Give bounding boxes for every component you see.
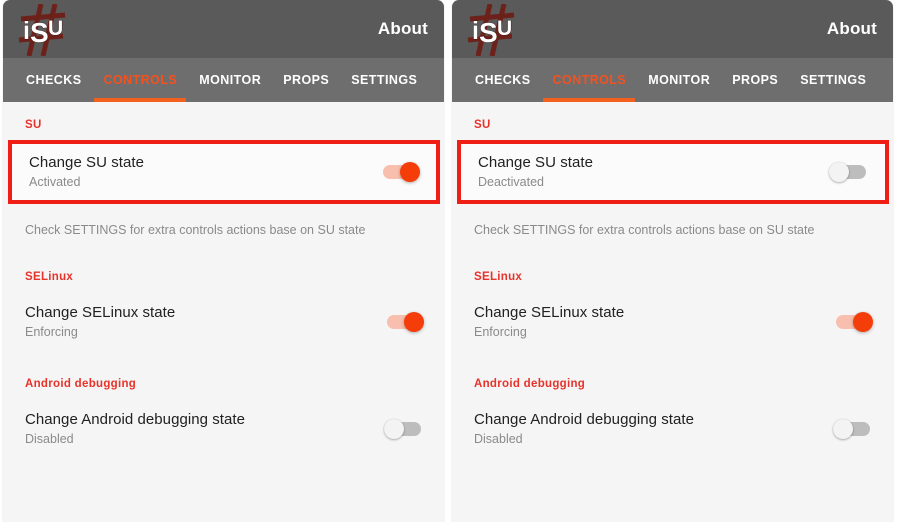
setting-status: Disabled: [25, 432, 74, 446]
tab-props[interactable]: PROPS: [721, 58, 789, 102]
toggle-thumb: [384, 419, 404, 439]
svg-text:i: i: [23, 17, 30, 45]
settings-hint-text: Check SETTINGS for extra controls action…: [25, 223, 366, 237]
about-button[interactable]: About: [378, 19, 430, 39]
app-screen-right: i S U About CHECKS CONTROLS MONITOR PROP…: [452, 0, 893, 521]
setting-row-android-debugging-state[interactable]: Change Android debugging state Disabled: [3, 400, 444, 458]
setting-row-su-state[interactable]: Change SU state Deactivated: [461, 144, 885, 200]
settings-hint-text: Check SETTINGS for extra controls action…: [474, 223, 815, 237]
app-bar: i S U About: [452, 0, 893, 58]
app-bar: i S U About: [3, 0, 444, 58]
toggle-thumb: [404, 312, 424, 332]
toggle-su-state[interactable]: [829, 161, 869, 183]
tab-props[interactable]: PROPS: [272, 58, 340, 102]
setting-status: Enforcing: [474, 325, 527, 339]
section-header-su: SU: [474, 119, 491, 131]
toggle-selinux-state[interactable]: [833, 311, 873, 333]
svg-text:S: S: [30, 17, 49, 48]
section-header-android-debugging: Android debugging: [25, 378, 137, 390]
setting-row-su-state[interactable]: Change SU state Activated: [12, 144, 436, 200]
setting-row-texts: Change SELinux state Enforcing: [25, 303, 175, 341]
setting-status: Disabled: [474, 432, 523, 446]
svg-text:U: U: [497, 17, 512, 40]
tab-controls[interactable]: CONTROLS: [92, 58, 188, 102]
setting-status: Activated: [29, 175, 81, 189]
highlight-box-su-state: Change SU state Activated: [8, 140, 440, 204]
setting-row-texts: Change Android debugging state Disabled: [474, 410, 694, 448]
toggle-android-debugging-state[interactable]: [384, 418, 424, 440]
about-button[interactable]: About: [827, 19, 879, 39]
section-header-android-debugging: Android debugging: [474, 378, 586, 390]
toggle-thumb: [400, 162, 420, 182]
toggle-thumb: [833, 419, 853, 439]
tab-bar: CHECKS CONTROLS MONITOR PROPS SETTINGS: [452, 58, 893, 102]
toggle-thumb: [829, 162, 849, 182]
isu-logo-icon: i S U: [464, 4, 526, 56]
tab-controls[interactable]: CONTROLS: [541, 58, 637, 102]
setting-title: Change SELinux state: [25, 304, 176, 321]
setting-row-selinux-state[interactable]: Change SELinux state Enforcing: [452, 293, 893, 351]
section-header-selinux: SELinux: [25, 271, 74, 283]
tab-settings[interactable]: SETTINGS: [789, 58, 877, 102]
toggle-thumb: [853, 312, 873, 332]
tab-checks[interactable]: CHECKS: [464, 58, 541, 102]
tab-bar: CHECKS CONTROLS MONITOR PROPS SETTINGS: [3, 58, 444, 102]
svg-text:S: S: [479, 17, 498, 48]
svg-text:U: U: [48, 17, 63, 40]
highlight-box-su-state: Change SU state Deactivated: [457, 140, 889, 204]
setting-title: Change Android debugging state: [25, 411, 246, 428]
setting-row-texts: Change Android debugging state Disabled: [25, 410, 245, 448]
toggle-android-debugging-state[interactable]: [833, 418, 873, 440]
tab-checks[interactable]: CHECKS: [15, 58, 92, 102]
isu-logo-icon: i S U: [15, 4, 77, 56]
toggle-selinux-state[interactable]: [384, 311, 424, 333]
tab-monitor[interactable]: MONITOR: [188, 58, 272, 102]
setting-title: Change Android debugging state: [474, 411, 695, 428]
setting-row-texts: Change SU state Deactivated: [478, 153, 593, 191]
screenshot-stage: i S U About CHECKS CONTROLS MONITOR PROP…: [0, 0, 900, 525]
setting-title: Change SELinux state: [474, 304, 625, 321]
tab-settings[interactable]: SETTINGS: [340, 58, 428, 102]
section-header-su: SU: [25, 119, 42, 131]
setting-row-android-debugging-state[interactable]: Change Android debugging state Disabled: [452, 400, 893, 458]
setting-title: Change SU state: [29, 154, 144, 171]
section-header-selinux: SELinux: [474, 271, 523, 283]
controls-content: SU Change SU state Deactivated Check SET…: [452, 102, 893, 521]
tab-monitor[interactable]: MONITOR: [637, 58, 721, 102]
setting-title: Change SU state: [478, 154, 593, 171]
controls-content: SU Change SU state Activated Check SETTI…: [3, 102, 444, 521]
setting-row-selinux-state[interactable]: Change SELinux state Enforcing: [3, 293, 444, 351]
app-screen-left: i S U About CHECKS CONTROLS MONITOR PROP…: [3, 0, 444, 521]
setting-row-texts: Change SELinux state Enforcing: [474, 303, 624, 341]
setting-status: Deactivated: [478, 175, 545, 189]
toggle-su-state[interactable]: [380, 161, 420, 183]
svg-text:i: i: [472, 17, 479, 45]
setting-status: Enforcing: [25, 325, 78, 339]
setting-row-texts: Change SU state Activated: [29, 153, 144, 191]
